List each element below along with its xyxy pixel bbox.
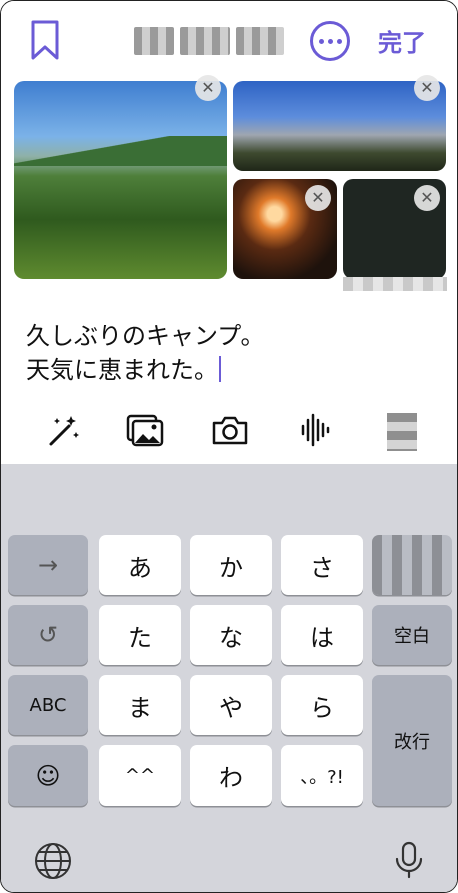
key-sa[interactable]: さ (281, 535, 363, 595)
next-key[interactable]: → (8, 535, 88, 595)
camera-icon[interactable] (210, 410, 250, 450)
punctuation-key[interactable]: 、。?! (281, 745, 363, 806)
key-ka[interactable]: か (190, 535, 272, 595)
journal-text-area[interactable]: 久しぶりのキャンプ。 天気に恵まれた。 (26, 319, 446, 387)
dot (318, 38, 324, 44)
text-cursor (219, 356, 221, 382)
photo-cherry-tree[interactable] (233, 81, 446, 171)
key-ha[interactable]: は (281, 605, 363, 665)
text-line-1: 久しぶりのキャンプ。 (26, 322, 265, 350)
date-title-obscured (134, 27, 284, 55)
undo-key[interactable]: ↺ (8, 605, 88, 665)
key-ma[interactable]: ま (99, 675, 181, 735)
remove-photo-button[interactable]: ✕ (195, 75, 221, 101)
delete-key-obscured[interactable] (372, 535, 452, 595)
japanese-keyboard: → あ か さ ↺ た な は 空白 ABC ま や ら 改行 ☺ ^^ わ 、… (1, 464, 457, 892)
emoji-key[interactable]: ☺ (8, 745, 88, 806)
photo-mountain-forest[interactable] (14, 81, 227, 279)
key-na[interactable]: な (190, 605, 272, 665)
key-a[interactable]: あ (99, 535, 181, 595)
photo-grid: ✕ ✕ ✕ ✕ (1, 75, 457, 291)
key-ya[interactable]: や (190, 675, 272, 735)
remove-photo-button[interactable]: ✕ (305, 185, 331, 211)
text-line-2-content: 天気に恵まれた。 (26, 356, 218, 384)
obscured-toolbar-item (387, 413, 417, 451)
key-ra[interactable]: ら (281, 675, 363, 735)
return-key[interactable]: 改行 (372, 675, 452, 806)
header: 完了 (1, 1, 457, 81)
dot (336, 38, 342, 44)
bookmark-icon[interactable] (29, 19, 61, 61)
microphone-icon[interactable] (389, 840, 429, 880)
key-ta[interactable]: た (99, 605, 181, 665)
key-wa[interactable]: わ (190, 745, 272, 806)
magic-wand-icon[interactable] (43, 410, 83, 450)
waveform-icon[interactable] (295, 410, 335, 450)
abc-key[interactable]: ABC (8, 675, 88, 735)
globe-icon[interactable] (33, 841, 73, 881)
obscured-region (343, 277, 447, 291)
more-options-button[interactable] (310, 21, 350, 61)
dot (327, 38, 333, 44)
space-key[interactable]: 空白 (372, 605, 452, 665)
done-button[interactable]: 完了 (378, 23, 426, 58)
text-line-2: 天気に恵まれた。 (26, 353, 446, 387)
photo-library-icon[interactable] (125, 410, 165, 450)
kaomoji-key[interactable]: ^^ (99, 745, 181, 806)
remove-photo-button[interactable]: ✕ (414, 185, 440, 211)
remove-photo-button[interactable]: ✕ (414, 75, 440, 101)
photo-detail (14, 136, 227, 166)
app-window: 完了 ✕ ✕ ✕ ✕ 久しぶりのキャンプ。 天気に恵まれた。 → あ か さ ↺… (0, 0, 458, 893)
